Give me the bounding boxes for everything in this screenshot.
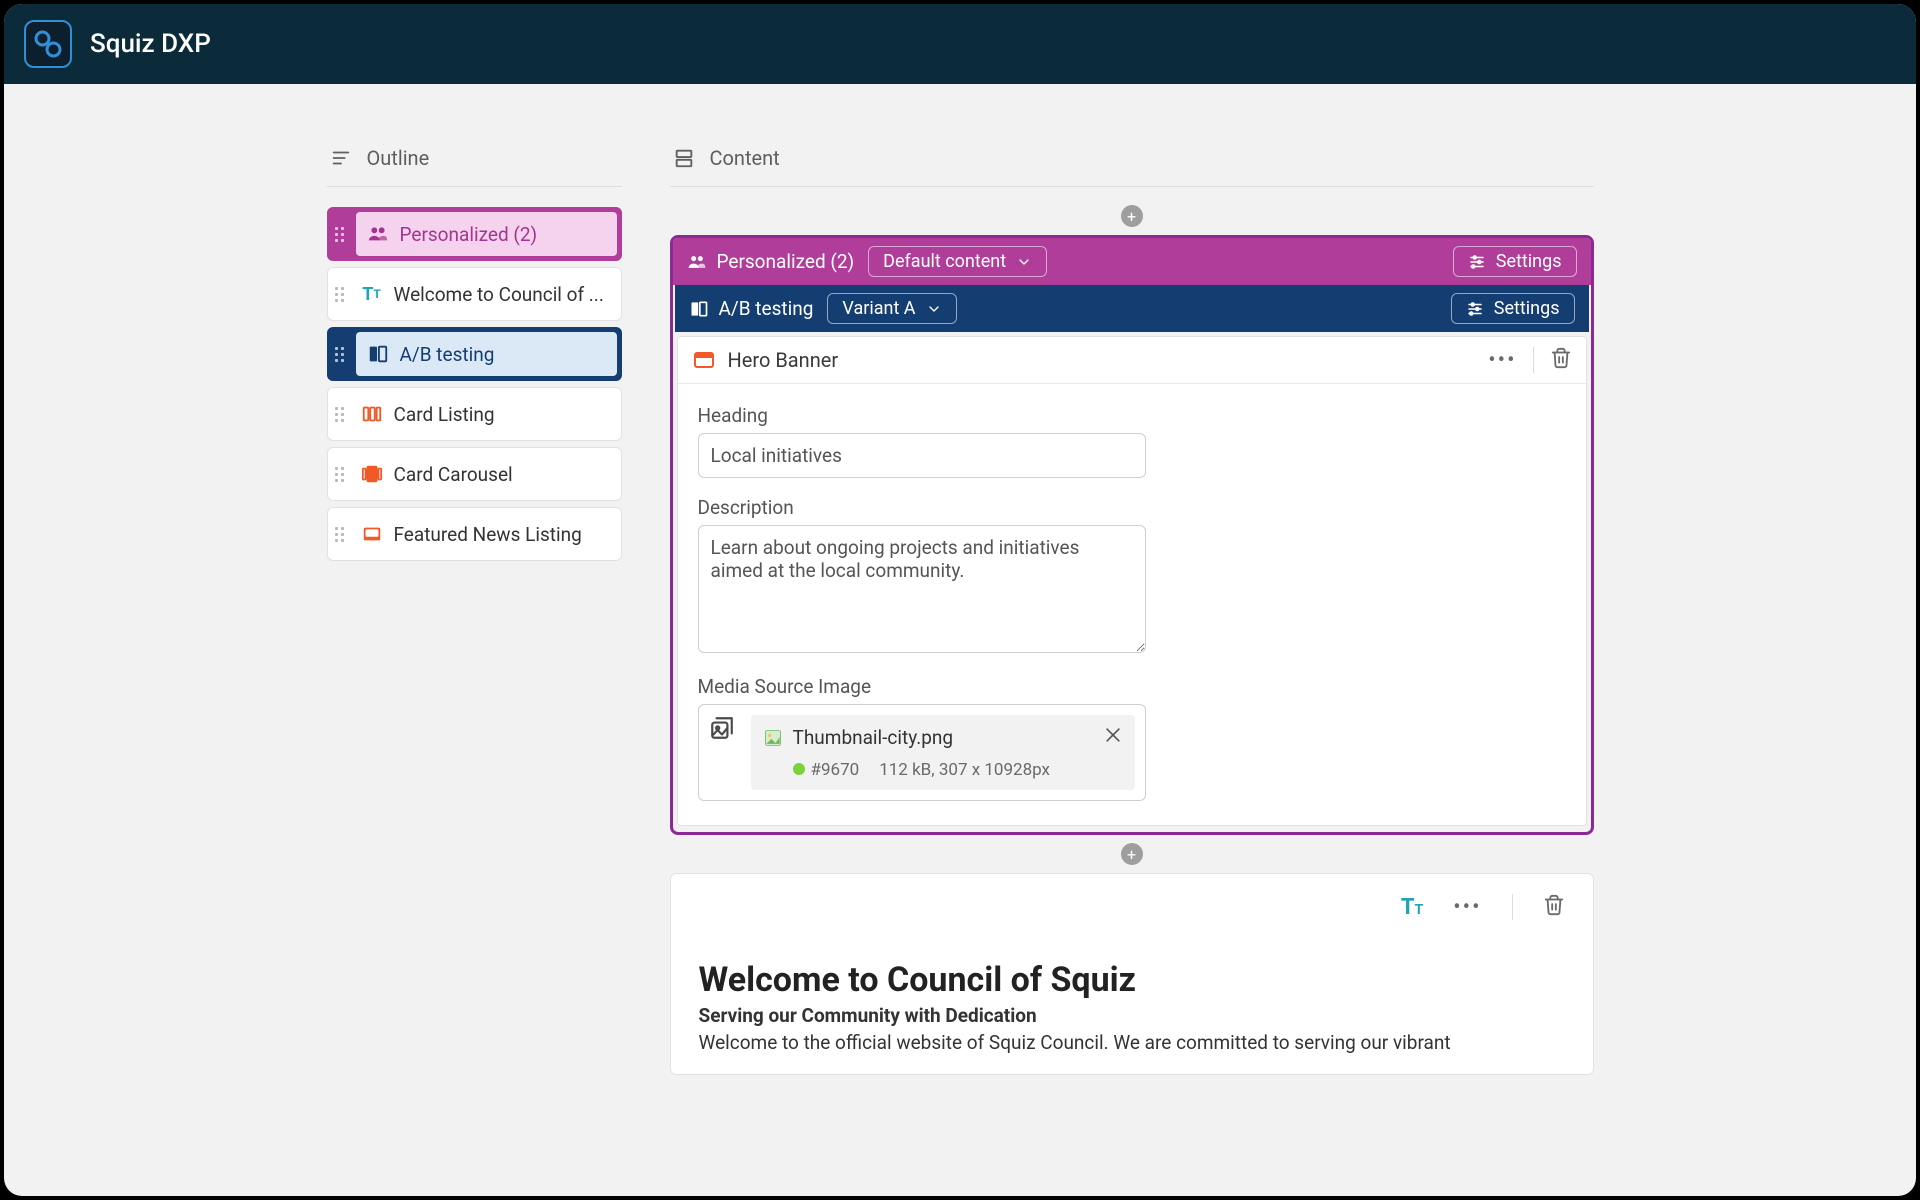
card-carousel-icon <box>360 462 384 486</box>
ab-testing-icon <box>689 299 709 319</box>
sidebar-item-personalized[interactable]: Personalized (2) <box>327 207 622 261</box>
outline-icon <box>329 146 353 170</box>
hero-banner-card: Hero Banner ••• Heading <box>677 336 1587 826</box>
people-icon <box>687 252 707 272</box>
status-dot-icon <box>793 763 805 775</box>
media-details: 112 kB, 307 x 10928px <box>879 760 1050 780</box>
outline-panel: Outline Personalized (2) <box>327 140 622 1196</box>
sidebar-item-label: Card Carousel <box>394 463 513 486</box>
media-id: #9670 <box>793 760 860 780</box>
text-format-button[interactable]: TT <box>1401 895 1423 920</box>
ab-testing-icon <box>366 342 390 366</box>
personalized-block: Personalized (2) Default content Setting… <box>670 235 1594 835</box>
remove-media-button[interactable] <box>1103 725 1123 750</box>
drag-handle-icon[interactable] <box>328 208 352 260</box>
description-label: Description <box>698 496 1566 519</box>
personalized-bar: Personalized (2) Default content Setting… <box>673 238 1591 285</box>
text-icon: TT <box>360 282 384 306</box>
content-panel: Content + Personalized (2) Default conte… <box>670 140 1594 1196</box>
ab-bar: A/B testing Variant A Settings <box>675 285 1589 332</box>
delete-button[interactable] <box>1550 347 1572 373</box>
personalized-variant-dropdown[interactable]: Default content <box>868 246 1047 277</box>
outline-header: Outline <box>327 140 622 187</box>
add-block-button[interactable]: + <box>1121 843 1143 865</box>
drag-handle-icon[interactable] <box>328 448 352 500</box>
delete-button[interactable] <box>1543 894 1565 920</box>
description-textarea[interactable] <box>698 525 1146 653</box>
component-title: Hero Banner <box>692 348 839 372</box>
ab-settings-button[interactable]: Settings <box>1451 293 1575 324</box>
heading-label: Heading <box>698 404 1566 427</box>
content-header-label: Content <box>710 146 780 170</box>
sidebar-item-label: Featured News Listing <box>394 523 582 546</box>
personalized-bar-label: Personalized (2) <box>687 250 855 273</box>
media-picker[interactable]: Thumbnail-city.png #9670 112 kB, 307 <box>698 704 1146 801</box>
content-header: Content <box>670 140 1594 187</box>
more-menu-button[interactable]: ••• <box>1453 895 1481 920</box>
text-block-card: TT ••• Welcome to Council of Squiz Servi… <box>670 873 1594 1075</box>
card-listing-icon <box>360 402 384 426</box>
sidebar-item-label: A/B testing <box>400 343 495 366</box>
trash-icon <box>1550 347 1572 369</box>
media-filename: Thumbnail-city.png <box>793 726 954 749</box>
people-icon <box>366 222 390 246</box>
sidebar-item-ab-testing[interactable]: A/B testing <box>327 327 622 381</box>
insertion-point-mid: + <box>670 841 1594 867</box>
workarea: Outline Personalized (2) <box>4 84 1916 1196</box>
ab-variant-dropdown[interactable]: Variant A <box>827 293 956 324</box>
sidebar-item-label: Personalized (2) <box>400 223 538 246</box>
trash-icon <box>1543 894 1565 916</box>
text-block-subtitle[interactable]: Serving our Community with Dedication <box>699 1004 1565 1027</box>
close-icon <box>1103 725 1123 745</box>
ab-bar-label: A/B testing <box>689 297 814 320</box>
drag-handle-icon[interactable] <box>328 388 352 440</box>
text-block-title[interactable]: Welcome to Council of Squiz <box>699 960 1565 1000</box>
sidebar-item-card-carousel[interactable]: Card Carousel <box>327 447 622 501</box>
outline-list: Personalized (2) TT Welcome to Council o… <box>327 207 622 561</box>
squiz-logo-icon <box>32 28 64 60</box>
topbar: Squiz DXP <box>4 4 1916 84</box>
sidebar-item-card-listing[interactable]: Card Listing <box>327 387 622 441</box>
text-block-body[interactable]: Welcome to the official website of Squiz… <box>699 1031 1565 1054</box>
outline-header-label: Outline <box>367 146 430 170</box>
featured-news-icon <box>360 522 384 546</box>
content-icon <box>672 146 696 170</box>
chevron-down-icon <box>1016 254 1032 270</box>
personalized-settings-button[interactable]: Settings <box>1453 246 1577 277</box>
insertion-point-top: + <box>670 203 1594 229</box>
add-block-button[interactable]: + <box>1121 205 1143 227</box>
media-chip: Thumbnail-city.png #9670 112 kB, 307 <box>751 715 1135 790</box>
sliders-icon <box>1468 253 1486 271</box>
heading-input[interactable] <box>698 433 1146 478</box>
image-stack-icon <box>709 715 737 743</box>
media-label: Media Source Image <box>698 675 1566 698</box>
sidebar-item-text[interactable]: TT Welcome to Council of ... <box>327 267 622 321</box>
drag-handle-icon[interactable] <box>328 508 352 560</box>
drag-handle-icon[interactable] <box>328 328 352 380</box>
sliders-icon <box>1466 300 1484 318</box>
sidebar-item-featured-news[interactable]: Featured News Listing <box>327 507 622 561</box>
hero-banner-icon <box>692 348 716 372</box>
more-menu-button[interactable]: ••• <box>1488 348 1516 373</box>
image-thumb-icon <box>763 728 783 748</box>
app-window: Squiz DXP Outline Personali <box>4 4 1916 1196</box>
app-title: Squiz DXP <box>90 29 211 59</box>
drag-handle-icon[interactable] <box>328 268 352 320</box>
chevron-down-icon <box>926 301 942 317</box>
sidebar-item-label: Card Listing <box>394 403 495 426</box>
app-logo <box>24 20 72 68</box>
sidebar-item-label: Welcome to Council of ... <box>394 283 604 306</box>
